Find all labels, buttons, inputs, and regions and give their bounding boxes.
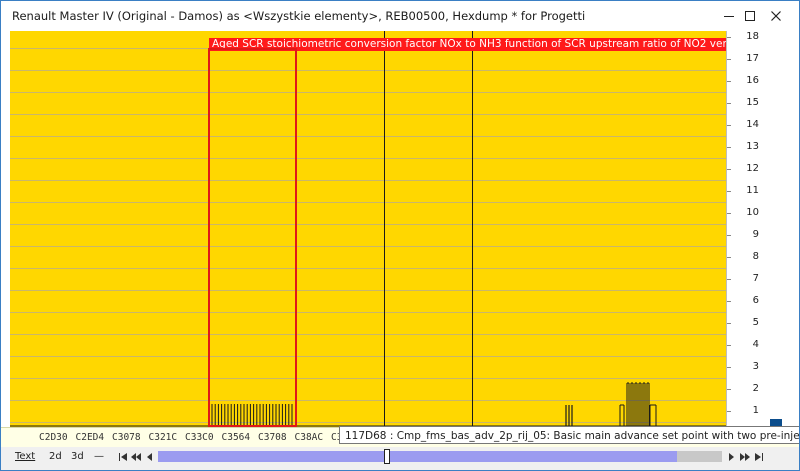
y-axis-tick-label: 13 [746, 141, 759, 152]
tab-2d-view[interactable]: 2d [46, 449, 65, 464]
first-page-button[interactable] [117, 451, 129, 463]
y-axis-tick-mark [727, 147, 731, 148]
address-label: C3708 [258, 432, 287, 443]
y-axis-tick-mark [727, 191, 731, 192]
y-axis-tick-label: 17 [746, 53, 759, 64]
y-axis-tick-label: 12 [746, 163, 759, 174]
y-axis-tick-label: 4 [752, 339, 759, 350]
prev-page-icon [131, 453, 141, 461]
address-label: C3564 [221, 432, 251, 443]
y-axis-tick-mark [727, 345, 731, 346]
y-axis-tick-label: 3 [752, 361, 759, 372]
y-axis-tick-label: 14 [746, 119, 759, 130]
y-axis-tick-mark [727, 169, 731, 170]
first-page-icon [119, 453, 127, 461]
tab-3d-view[interactable]: 3d [68, 449, 87, 464]
minimize-button[interactable] [718, 5, 740, 27]
hexdump-plot-area[interactable]: Aged SCR stoichiometric conversion facto… [10, 31, 726, 427]
y-axis-tick-mark [727, 213, 731, 214]
vertical-scrollbar[interactable] [770, 31, 799, 433]
address-label: C321C [148, 432, 178, 443]
address-label: C33C0 [185, 432, 214, 443]
y-axis-tick-label: 11 [746, 185, 759, 196]
tab-text-view[interactable]: Text [12, 449, 38, 464]
y-axis-tick-mark [727, 389, 731, 390]
y-axis-tick-mark [727, 257, 731, 258]
next-page-icon [740, 453, 750, 461]
address-label: C38AC [294, 432, 324, 443]
y-axis-tick-label: 9 [752, 229, 759, 240]
y-axis: 18 17 16 15 14 13 12 11 10 9 8 7 6 5 4 3 2 1 [726, 31, 771, 427]
y-axis-tick-mark [727, 323, 731, 324]
maximize-icon [745, 11, 755, 21]
prev-page-button[interactable] [130, 451, 142, 463]
horizontal-scrollbar[interactable] [158, 449, 722, 464]
maximize-button[interactable] [739, 5, 761, 27]
y-axis-tick-label: 18 [746, 31, 759, 42]
window-title: Renault Master IV (Original - Damos) as … [12, 9, 586, 23]
bottom-toolbar: Text 2d 3d — [1, 447, 799, 470]
minimize-icon [724, 16, 734, 17]
horizontal-scroll-thumb[interactable] [383, 449, 390, 464]
close-button[interactable] [765, 5, 787, 27]
tab-dash[interactable]: — [91, 449, 107, 464]
y-axis-tick-label: 10 [746, 207, 759, 218]
y-axis-tick-mark [727, 411, 731, 412]
y-axis-tick-label: 16 [746, 75, 759, 86]
next-step-button[interactable] [725, 451, 737, 463]
map-selection-box[interactable] [208, 48, 297, 427]
prev-step-icon [147, 453, 152, 461]
y-axis-tick-mark [727, 301, 731, 302]
prev-step-button[interactable] [144, 451, 156, 463]
y-axis-tick-mark [727, 279, 731, 280]
y-axis-tick-label: 8 [752, 251, 759, 262]
y-axis-tick-label: 7 [752, 273, 759, 284]
y-axis-tick-label: 2 [752, 383, 759, 394]
close-icon [771, 11, 781, 21]
next-step-icon [729, 453, 734, 461]
y-axis-tick-mark [727, 59, 731, 60]
y-axis-tick-mark [727, 125, 731, 126]
y-axis-tick-mark [727, 103, 731, 104]
map-tooltip: 117D68 : Cmp_fms_bas_adv_2p_rij_05: Basi… [339, 426, 799, 444]
y-axis-tick-label: 6 [752, 295, 759, 306]
y-axis-tick-mark [727, 367, 731, 368]
y-axis-tick-label: 1 [752, 405, 759, 416]
next-page-button[interactable] [739, 451, 751, 463]
address-label: C3078 [112, 432, 141, 443]
last-page-button[interactable] [753, 451, 765, 463]
hexdump-window: Renault Master IV (Original - Damos) as … [0, 0, 800, 471]
y-axis-tick-mark [727, 37, 731, 38]
address-label: C2ED4 [75, 432, 105, 443]
y-axis-tick-mark [727, 81, 731, 82]
address-label: C2D30 [39, 432, 68, 443]
y-axis-tick-label: 5 [752, 317, 759, 328]
title-bar[interactable]: Renault Master IV (Original - Damos) as … [1, 1, 799, 31]
last-page-icon [755, 453, 763, 461]
hexdump-waveform [10, 382, 726, 427]
y-axis-tick-label: 15 [746, 97, 759, 108]
y-axis-tick-mark [727, 235, 731, 236]
horizontal-scroll-fill [158, 451, 677, 462]
